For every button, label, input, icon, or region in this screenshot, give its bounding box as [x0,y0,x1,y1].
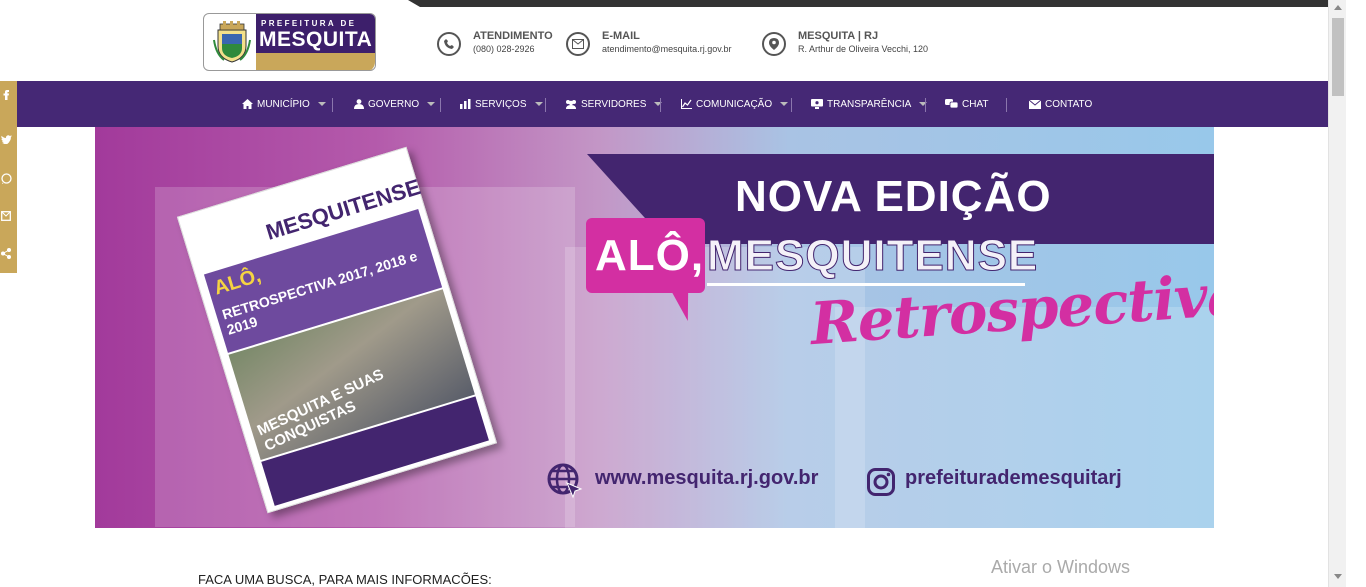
contact-sub: R. Arthur de Oliveira Vecchi, 120 [798,44,929,54]
banner-instagram: prefeiturademesquitarj [905,467,1122,489]
nav-label: SERVIÇOS [475,98,527,110]
scroll-down-arrow-icon[interactable] [1334,574,1342,579]
search-section-title: FACA UMA BUSCA, PARA MAIS INFORMACÕES: [198,572,492,587]
chevron-down-icon [427,102,436,106]
nav-separator [332,98,333,112]
scroll-up-arrow-icon[interactable] [1334,5,1342,10]
facebook-icon[interactable] [0,88,12,102]
nav-label: GOVERNO [368,98,420,110]
prefeitura-logo[interactable]: PREFEITURA DE MESQUITA [203,13,376,71]
nav-item-municipio[interactable]: MUNICÍPIO [242,81,326,127]
mail-icon [566,32,590,56]
banner-headline: NOVA EDIÇÃO [735,172,1052,221]
globe-icon [547,463,583,499]
contact-title: E-MAIL [602,30,640,42]
instagram-icon [867,468,895,496]
contact-title: MESQUITA | RJ [798,30,879,42]
whatsapp-icon[interactable] [0,171,12,185]
right-margin [1346,0,1366,587]
nav-item-transparencia[interactable]: TRANSPARÊNCIA [811,81,928,127]
windows-activation-watermark: Ativar o Windows [991,557,1131,577]
user-icon [354,99,364,109]
page: PREFEITURA DE MESQUITA ATENDIMENTO (080)… [0,0,1366,587]
scrollbar-thumb[interactable] [1332,18,1344,96]
contact-sub[interactable]: atendimento@mesquita.rj.gov.br [602,44,732,54]
coat-of-arms-icon [213,21,251,63]
nav-item-contato[interactable]: CONTATO [1029,81,1092,127]
logo-band-gold [256,53,375,70]
nav-separator [545,98,546,112]
chevron-down-icon [317,102,326,106]
nav-separator [1006,98,1007,112]
nav-item-chat[interactable]: CHAT [945,81,988,127]
email-share-icon[interactable] [0,209,12,223]
envelope-icon [1029,99,1041,109]
nav-item-servidores[interactable]: SERVIDORES [565,81,663,127]
contact-sub: (080) 028-2926 [473,44,535,54]
contact-email: E-MAIL atendimento@mesquita.rj.gov.br [566,28,756,62]
top-strip [408,0,1328,7]
banner-mesquitense: MESQUITENSE [706,231,1039,281]
home-icon [242,99,253,109]
nav-item-comunicacao[interactable]: COMUNICAÇÃO [681,81,789,127]
nav-label: COMUNICAÇÃO [696,98,773,110]
chevron-down-icon [534,102,543,106]
banner-alo: ALÔ, [595,231,705,280]
nav-label: SERVIDORES [581,98,647,110]
main-nav: MUNICÍPIO GOVERNO SERVIÇOS SERVIDORES CO… [15,81,1328,127]
chevron-down-icon [780,102,789,106]
monitor-icon [811,99,823,109]
hero-banner[interactable]: MESQUITENSE ALÔ, RETROSPECTIVA 2017, 201… [95,127,1214,528]
page-scrollbar[interactable] [1328,0,1346,587]
nav-separator [660,98,661,112]
social-share-bar [0,81,17,273]
nav-label: CHAT [962,98,989,110]
group-icon [566,100,576,109]
twitter-icon[interactable] [0,132,12,146]
contact-endereco: MESQUITA | RJ R. Arthur de Oliveira Vecc… [762,28,952,62]
nav-separator [925,98,926,112]
map-pin-icon [762,32,786,56]
contact-title: ATENDIMENTO [473,30,553,42]
line-chart-icon [681,99,692,109]
nav-separator [440,98,441,112]
phone-icon [437,32,461,56]
nav-item-governo[interactable]: GOVERNO [354,81,436,127]
nav-separator [791,98,792,112]
contact-atendimento: ATENDIMENTO (080) 028-2926 [437,28,567,62]
banner-website: www.mesquita.rj.gov.br [595,467,819,489]
bar-chart-icon [460,99,471,109]
logo-line2: MESQUITA [259,28,373,51]
nav-label: TRANSPARÊNCIA [827,98,912,110]
nav-item-servicos[interactable]: SERVIÇOS [460,81,543,127]
chevron-down-icon [919,102,928,106]
nav-label: CONTATO [1045,98,1093,110]
chevron-down-icon [654,102,663,106]
chat-icon [945,99,958,109]
nav-label: MUNICÍPIO [257,98,310,110]
logo-line1: PREFEITURA DE [261,19,357,28]
share-icon[interactable] [0,246,12,260]
